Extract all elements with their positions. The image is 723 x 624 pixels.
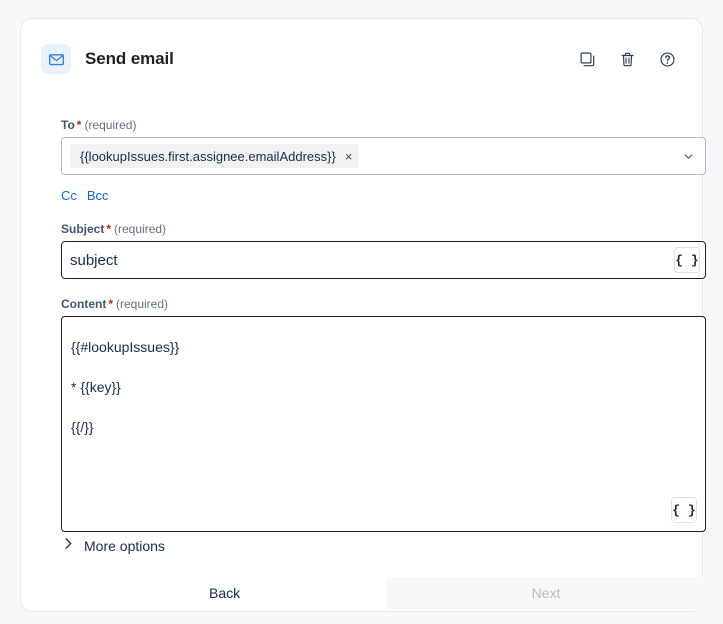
- next-button[interactable]: Next: [386, 577, 706, 609]
- card-header: Send email: [41, 41, 684, 77]
- subject-required-star: *: [106, 222, 112, 236]
- to-field-group: To * (required) {{lookupIssues.first.assig…: [61, 117, 706, 175]
- content-required-star: *: [108, 297, 113, 311]
- header-actions: [576, 48, 684, 70]
- subject-insert-variable-button[interactable]: { }: [674, 247, 700, 273]
- content-textarea-value: {{#lookupIssues}} * {{key}} {{/}}: [71, 339, 180, 435]
- content-field-group: Content * (required) {{#lookupIssues}} * {…: [61, 296, 706, 532]
- subject-required-text: (required): [114, 222, 167, 236]
- content-insert-variable-button[interactable]: { }: [671, 497, 697, 523]
- to-required-text: (required): [84, 118, 137, 132]
- bcc-link[interactable]: Bcc: [87, 188, 109, 204]
- page-title: Send email: [85, 49, 174, 68]
- chevron-right-icon: [63, 537, 74, 555]
- recipient-chip-label: {{lookupIssues.first.assignee.emailAddre…: [80, 148, 336, 164]
- content-textarea[interactable]: {{#lookupIssues}} * {{key}} {{/}} { }: [61, 316, 706, 532]
- to-input[interactable]: {{lookupIssues.first.assignee.emailAddre…: [61, 137, 706, 175]
- trash-icon[interactable]: [616, 48, 638, 70]
- content-label: Content * (required): [61, 296, 706, 312]
- more-options-label: More options: [84, 538, 165, 554]
- cc-link[interactable]: Cc: [61, 188, 77, 204]
- to-required-star: *: [76, 118, 82, 132]
- recipient-chip[interactable]: {{lookupIssues.first.assignee.emailAddre…: [70, 144, 360, 168]
- subject-field-group: Subject * (required) subject { }: [61, 221, 706, 279]
- subject-input-value: subject: [70, 251, 118, 269]
- chevron-down-icon[interactable]: [682, 138, 695, 174]
- to-label: To * (required): [61, 117, 706, 133]
- subject-label: Subject * (required): [61, 221, 706, 237]
- send-email-card: Send email To * (required) {{lookupIssue…: [20, 18, 706, 612]
- subject-label-text: Subject: [61, 222, 105, 236]
- to-label-text: To: [61, 118, 75, 132]
- help-icon[interactable]: [656, 48, 678, 70]
- content-required-text: (required): [116, 297, 169, 311]
- email-form: To * (required) {{lookupIssues.first.assig…: [61, 117, 706, 532]
- card-footer: Back Next: [61, 577, 706, 609]
- cc-bcc-row: Cc Bcc: [61, 188, 706, 204]
- close-icon[interactable]: ×: [345, 150, 353, 163]
- back-button[interactable]: Back: [201, 577, 248, 609]
- subject-input[interactable]: subject { }: [61, 241, 706, 279]
- envelope-icon: [41, 44, 71, 74]
- content-label-text: Content: [61, 297, 107, 311]
- more-options-toggle[interactable]: More options: [63, 537, 165, 555]
- duplicate-icon[interactable]: [576, 48, 598, 70]
